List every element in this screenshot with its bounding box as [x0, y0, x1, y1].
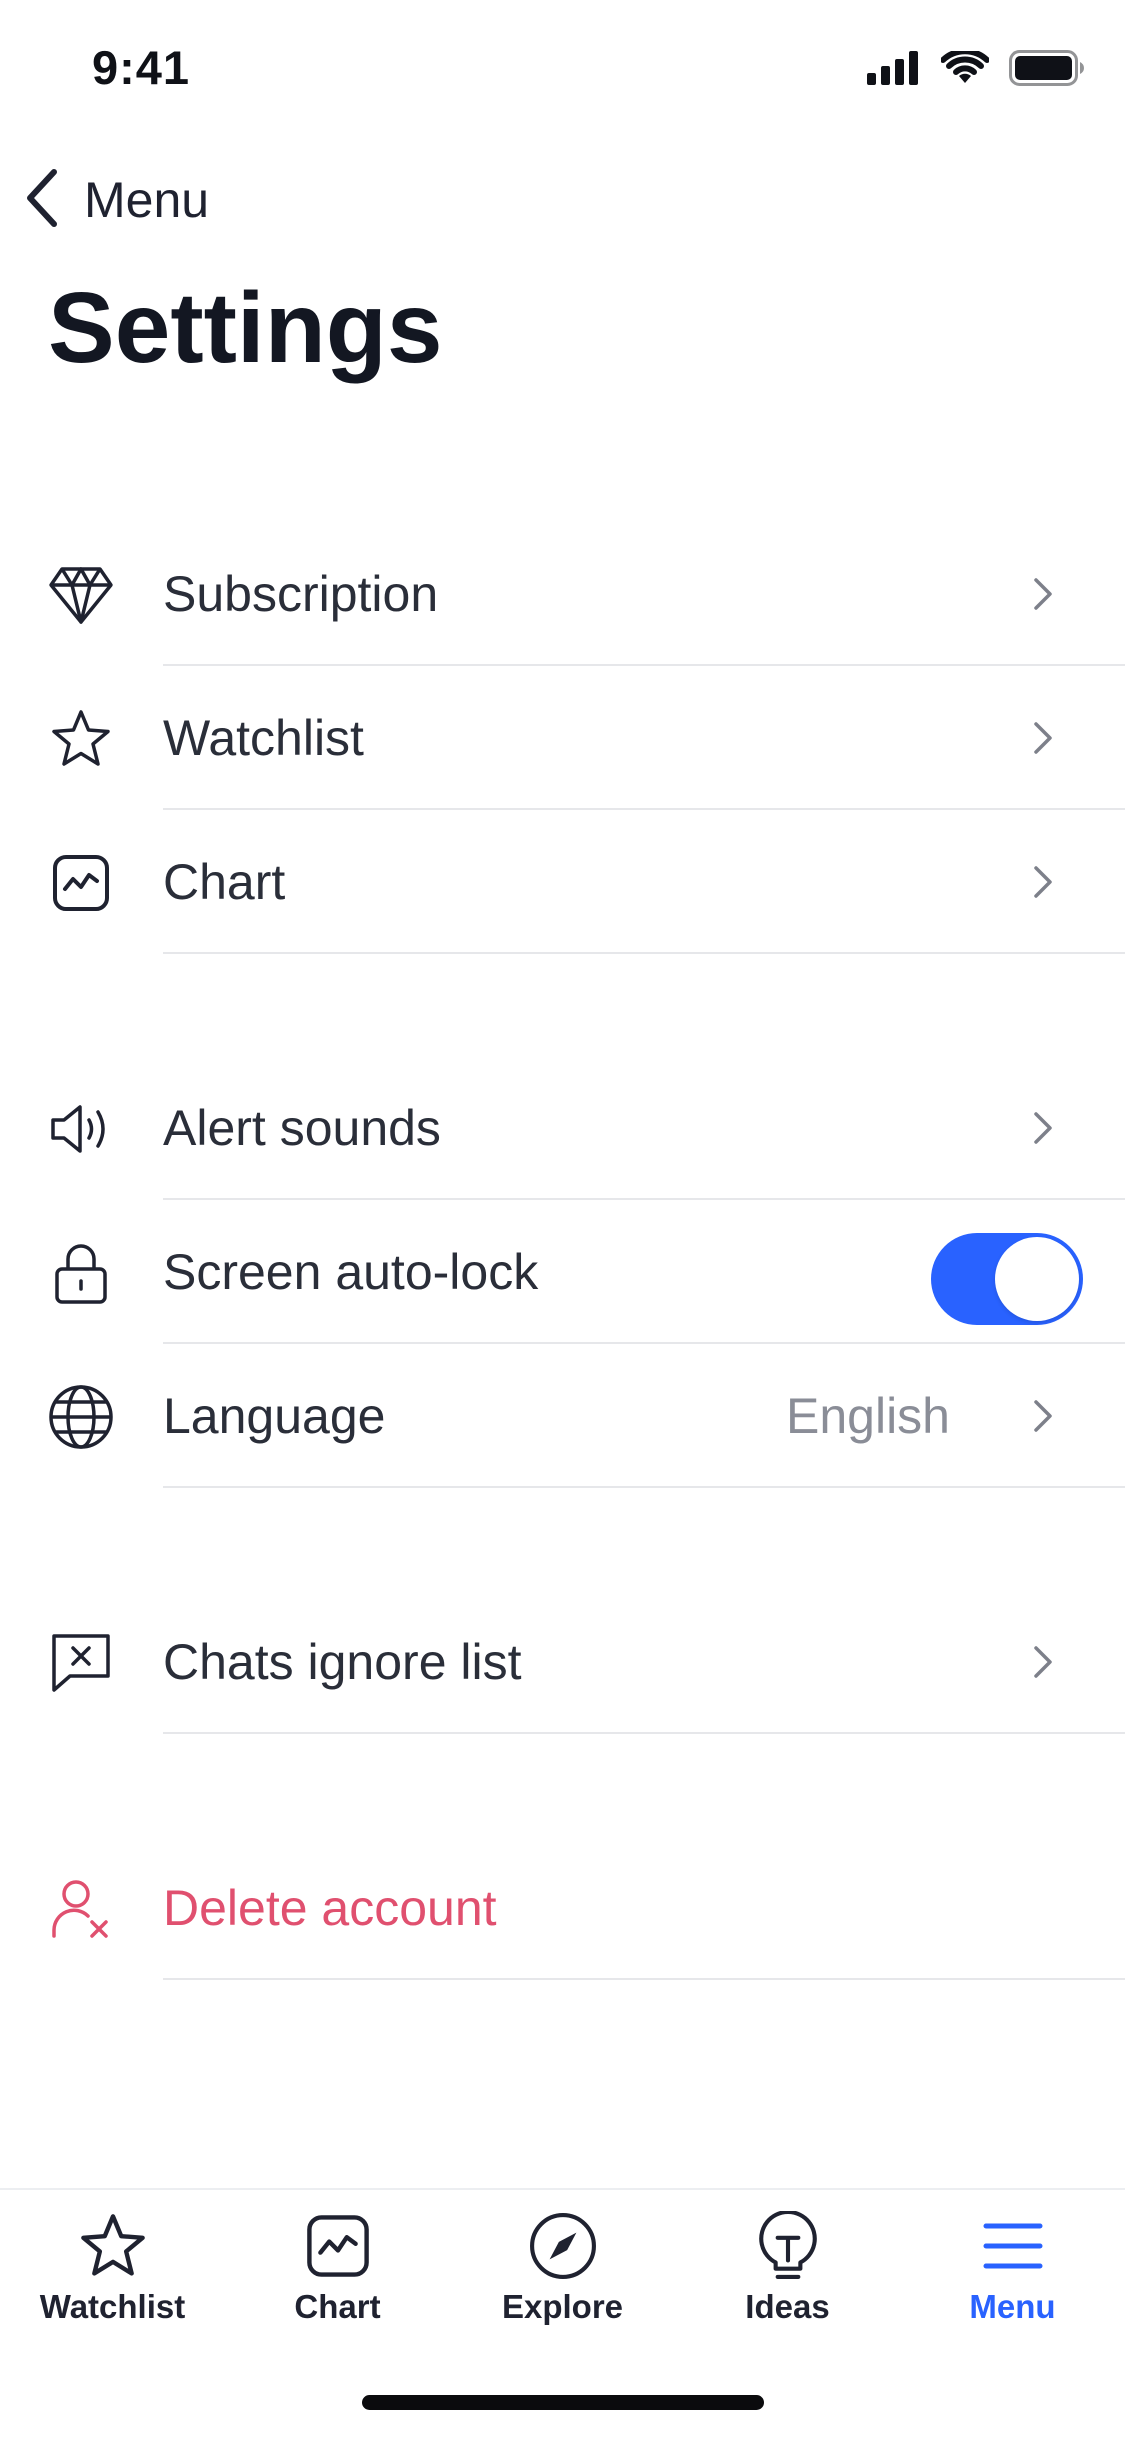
tab-label: Menu: [969, 2288, 1056, 2325]
divider: [163, 1978, 1125, 1980]
chevron-right-icon: [1031, 720, 1055, 756]
globe-icon: [48, 1384, 114, 1450]
tab-chart[interactable]: Chart: [225, 2210, 450, 2360]
tab-watchlist[interactable]: Watchlist: [0, 2210, 225, 2360]
status-icons: [867, 48, 1085, 91]
tab-label: Explore: [501, 2288, 624, 2325]
divider: [163, 1486, 1125, 1488]
settings-row-language[interactable]: Language English: [0, 1344, 1125, 1488]
tab-ideas[interactable]: Ideas: [675, 2210, 900, 2360]
chart-icon: [302, 2210, 374, 2282]
home-indicator: [362, 2395, 764, 2410]
chevron-right-icon: [1031, 1644, 1055, 1680]
chevron-right-icon: [1031, 864, 1055, 900]
settings-row-chats-ignore-list[interactable]: Chats ignore list: [0, 1590, 1125, 1734]
settings-row-label: Screen auto-lock: [163, 1244, 539, 1300]
lock-icon: [48, 1240, 114, 1306]
tab-label: Chart: [294, 2288, 381, 2325]
star-icon: [77, 2210, 149, 2282]
lightbulb-icon: [752, 2210, 824, 2282]
chevron-right-icon: [1031, 576, 1055, 612]
compass-icon: [527, 2210, 599, 2282]
page-title: Settings: [48, 272, 443, 384]
settings-row-label: Alert sounds: [163, 1100, 441, 1156]
chat-blocked-icon: [48, 1630, 114, 1696]
chevron-right-icon: [1031, 1398, 1055, 1434]
signal-icon: [867, 51, 921, 90]
chevron-left-icon: [22, 168, 62, 233]
settings-row-alert-sounds[interactable]: Alert sounds: [0, 1056, 1125, 1200]
star-icon: [48, 706, 114, 772]
divider: [163, 952, 1125, 954]
status-time: 9:41: [92, 41, 191, 94]
settings-row-label: Subscription: [163, 566, 439, 622]
diamond-icon: [48, 562, 114, 628]
settings-row-label: Chart: [163, 854, 286, 910]
speaker-icon: [48, 1096, 114, 1162]
settings-row-label: Chats ignore list: [163, 1634, 522, 1690]
battery-icon: [1009, 50, 1085, 91]
tab-label: Ideas: [745, 2288, 830, 2325]
settings-row-screen-auto-lock: Screen auto-lock: [0, 1200, 1125, 1344]
settings-row-chart[interactable]: Chart: [0, 810, 1125, 954]
status-bar: 9:41: [0, 0, 1125, 140]
settings-row-label: Watchlist: [163, 710, 364, 766]
chevron-right-icon: [1031, 1110, 1055, 1146]
chart-icon: [48, 850, 114, 916]
wifi-icon: [940, 48, 990, 90]
tab-explore[interactable]: Explore: [450, 2210, 675, 2360]
settings-row-watchlist[interactable]: Watchlist: [0, 666, 1125, 810]
settings-row-label: Language: [163, 1388, 386, 1444]
tab-label: Watchlist: [39, 2288, 186, 2325]
user-remove-icon: [48, 1876, 114, 1942]
toggle-knob: [995, 1237, 1079, 1321]
settings-row-subscription[interactable]: Subscription: [0, 522, 1125, 666]
auto-lock-toggle[interactable]: [931, 1233, 1083, 1325]
divider: [163, 1732, 1125, 1734]
back-button[interactable]: Menu: [22, 165, 209, 235]
back-button-label: Menu: [84, 172, 210, 228]
settings-row-label: Delete account: [163, 1880, 497, 1936]
settings-row-delete-account[interactable]: Delete account: [0, 1836, 1125, 1980]
hamburger-icon: [977, 2210, 1049, 2282]
language-value: English: [786, 1388, 950, 1444]
tab-menu[interactable]: Menu: [900, 2210, 1125, 2360]
